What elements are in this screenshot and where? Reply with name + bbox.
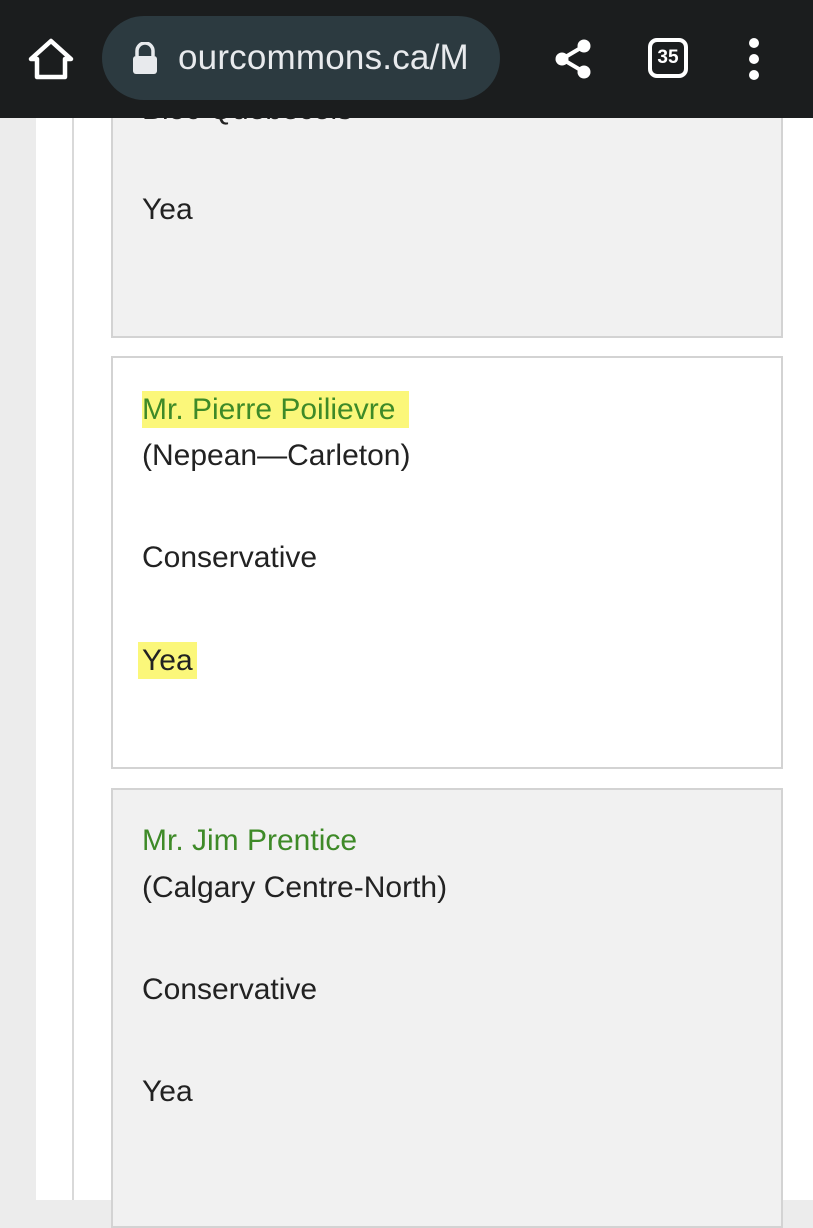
vote-label: Yea bbox=[142, 193, 193, 226]
highlight: Mr. Pierre Poilievre bbox=[142, 391, 410, 428]
vote-line: Yea bbox=[138, 641, 197, 681]
home-icon bbox=[28, 38, 74, 80]
riding-label: (Calgary Centre-North) bbox=[142, 871, 448, 904]
member-name-line: Mr. Pierre Poilievre bbox=[142, 390, 410, 430]
home-button[interactable] bbox=[28, 38, 74, 80]
member-name-link[interactable]: Mr. Jim Prentice bbox=[142, 824, 357, 857]
url-text[interactable]: ourcommons.ca/M bbox=[178, 38, 488, 78]
member-name-line: Mr. Jim Prentice bbox=[142, 821, 357, 861]
vote-card: Mr. Pierre Poilievre (Nepean—Carleton) C… bbox=[111, 356, 783, 769]
more-vert-icon[interactable] bbox=[744, 38, 764, 80]
address-bar[interactable]: ourcommons.ca/M bbox=[102, 16, 500, 100]
vote-label: Yea bbox=[142, 644, 193, 677]
page-content: Bloc Québécois Yea Mr. Pierre Poilievre … bbox=[0, 93, 813, 1228]
vote-card: Bloc Québécois Yea bbox=[111, 93, 783, 338]
member-name-link[interactable]: Mr. Pierre Poilievre bbox=[142, 393, 395, 426]
party-label: Conservative bbox=[142, 973, 318, 1006]
share-button[interactable] bbox=[552, 38, 594, 80]
tab-switcher-button[interactable]: 35 bbox=[648, 38, 688, 78]
lock-icon bbox=[133, 42, 157, 74]
party-label: Conservative bbox=[142, 541, 318, 574]
column-divider bbox=[72, 118, 74, 1200]
vote-label: Yea bbox=[142, 1075, 193, 1108]
highlight: Yea bbox=[138, 642, 197, 679]
riding-label: (Nepean—Carleton) bbox=[142, 439, 411, 472]
vote-card: Mr. Jim Prentice (Calgary Centre-North) … bbox=[111, 788, 783, 1228]
share-icon bbox=[555, 39, 591, 79]
browser-toolbar: ourcommons.ca/M 35 bbox=[0, 0, 813, 118]
